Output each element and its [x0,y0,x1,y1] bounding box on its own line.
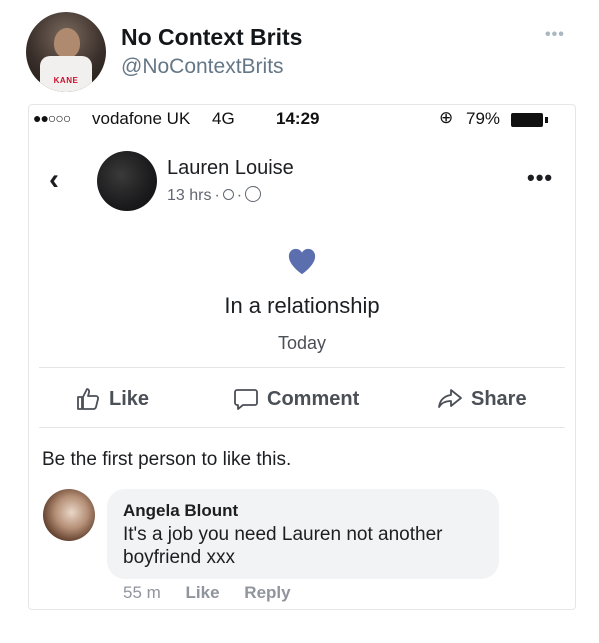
globe-icon[interactable] [245,186,262,202]
share-button[interactable]: Share [437,373,527,425]
battery-percent: 79% [466,109,501,128]
comment-reply-button[interactable]: Reply [244,583,290,602]
comment-author[interactable]: Angela Blount [123,501,238,521]
post-action-bar: Like Comment Share [29,373,575,425]
comment-like-button[interactable]: Like [186,583,220,602]
signal-strength: ●●○○○ [33,110,71,126]
comment-text: It's a job you need Lauren not another b… [123,524,443,568]
back-chevron-icon[interactable]: ‹ [49,165,73,195]
tweet-page: KANE No Context Brits @NoContextBrits ••… [0,0,599,643]
tweet-author-handle[interactable]: @NoContextBrits [121,55,284,79]
poster-avatar[interactable] [97,151,157,211]
comment-button[interactable]: Comment [233,373,359,425]
tweet-author-avatar[interactable]: KANE [26,12,106,92]
share-icon [438,389,462,408]
meta-separator: · [214,187,220,204]
clock-icon [222,189,234,200]
network-type: 4G [212,109,235,128]
like-button[interactable]: Like [75,373,149,425]
commenter-avatar[interactable] [43,489,95,541]
likes-summary: Be the first person to like this. [42,449,292,470]
divider [39,367,565,368]
comment-time[interactable]: 55 m [123,583,161,602]
meta-separator: · [236,187,243,204]
share-label: Share [471,387,527,410]
facebook-post-screenshot: ●●○○○ vodafone UK 4G 14:29 ⊕ 79% ‹ Laure… [28,104,576,610]
more-dots-icon[interactable]: ••• [545,26,565,44]
carrier-name: vodafone UK [92,109,191,128]
post-header: ‹ Lauren Louise 13 hrs · · ••• [29,145,575,225]
battery-tip [545,117,548,123]
life-event-date: Today [277,333,327,353]
rotation-lock-icon: ⊕ [439,108,454,127]
comment-bubble: Angela Blount It's a job you need Lauren… [107,489,499,579]
poster-name[interactable]: Lauren Louise [167,157,294,180]
avatar-head-shape [54,28,80,58]
comment-label: Comment [267,387,360,410]
like-label: Like [109,387,150,410]
thumbs-up-icon [77,388,100,410]
status-time: 14:29 [276,109,320,128]
divider [39,427,565,428]
post-options-icon[interactable]: ••• [527,165,553,191]
post-meta: 13 hrs · · [167,186,262,205]
status-bar: ●●○○○ vodafone UK 4G 14:29 ⊕ 79% [29,105,575,135]
avatar-shirt-shape [40,56,92,92]
comment-icon [234,389,258,410]
battery-icon [511,113,543,127]
avatar-shirt-text: KANE [53,76,79,85]
tweet-author-name[interactable]: No Context Brits [121,24,302,51]
comment-meta: 55 m Like Reply [123,583,311,603]
heart-icon [288,248,316,275]
life-event-title: In a relationship [224,293,380,318]
post-time[interactable]: 13 hrs [167,187,211,204]
